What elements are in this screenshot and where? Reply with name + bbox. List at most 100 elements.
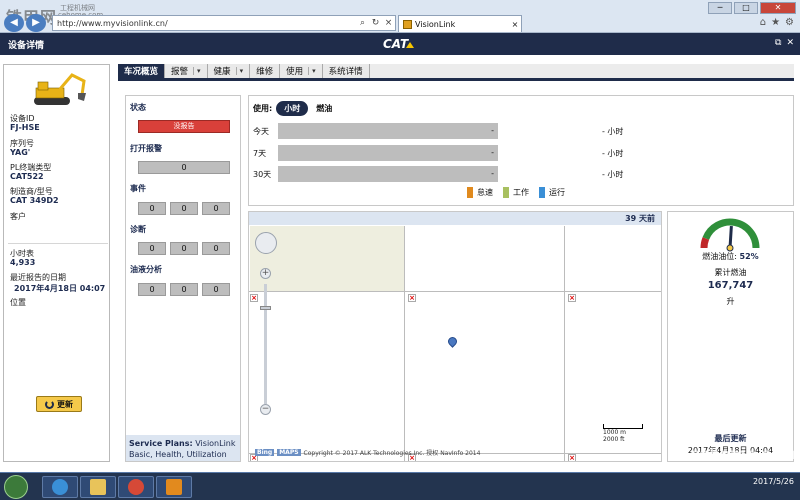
- home-icon[interactable]: ⌂: [760, 17, 766, 28]
- map-pan-control[interactable]: [255, 232, 277, 254]
- chevron-down-icon[interactable]: ▾: [308, 67, 316, 75]
- usage-bar: -: [278, 145, 498, 161]
- diagnostics-count-low[interactable]: 0: [202, 242, 230, 255]
- search-icon[interactable]: ⌕: [356, 18, 369, 28]
- usage-row-total: - 小时: [602, 126, 624, 136]
- diagnostics-title: 诊断: [130, 225, 146, 234]
- stop-icon[interactable]: ×: [382, 18, 395, 28]
- zoom-slider-handle[interactable]: [260, 306, 271, 310]
- events-title: 事件: [130, 184, 146, 193]
- fuel-toggle[interactable]: 燃油: [316, 103, 332, 114]
- tab-1[interactable]: 报警 ▾: [165, 64, 208, 78]
- tile-border: [564, 226, 565, 461]
- zoom-in-button[interactable]: +: [260, 268, 271, 279]
- taskbar-ie[interactable]: [42, 476, 78, 498]
- fluid-count-low[interactable]: 0: [202, 283, 230, 296]
- fluid-analysis-title: 油液分析: [130, 265, 162, 274]
- chrome-icon: [128, 479, 144, 495]
- folder-icon: [90, 479, 106, 495]
- legend-swatch: [467, 187, 473, 198]
- tile-border: [404, 226, 405, 461]
- tab-close-icon[interactable]: ×: [509, 20, 521, 29]
- map-attribution: Bing MAPS Copyright © 2017 ALK Technolog…: [255, 448, 480, 457]
- usage-label: 使用:: [253, 104, 273, 113]
- cat-logo: CAT: [383, 37, 415, 51]
- bing-logo: Bing: [255, 449, 275, 456]
- hours-toggle[interactable]: 小时: [276, 101, 309, 116]
- taskbar: 2017/5/26: [0, 472, 800, 500]
- system-clock[interactable]: 2017/5/26: [753, 476, 794, 487]
- start-button[interactable]: [4, 475, 28, 499]
- fuel-gauge-icon: [700, 218, 760, 252]
- legend-swatch: [539, 187, 545, 198]
- url-text[interactable]: http://www.myvisionlink.cn/: [57, 19, 356, 28]
- fuel-unit: 升: [726, 297, 735, 306]
- fluid-count-medium[interactable]: 0: [170, 283, 198, 296]
- broken-tile-icon: ×: [568, 454, 576, 462]
- fuel-level-row: 燃油油位: 52%: [668, 251, 793, 262]
- service-plans-label: Service Plans:: [129, 439, 193, 448]
- back-button[interactable]: ◀: [4, 14, 24, 32]
- events-count-high[interactable]: 0: [138, 202, 166, 215]
- tab-0[interactable]: 车况概览: [118, 64, 166, 78]
- last-update-label: 最后更新: [714, 434, 747, 443]
- usage-row-label: 今天: [253, 126, 269, 136]
- events-count-medium[interactable]: 0: [170, 202, 198, 215]
- asset-info-panel: 设备ID FJ-HSE 序列号 YAG' PL终端类型 CAT522 制造商/型…: [3, 64, 110, 462]
- fuel-level-value: 52%: [739, 252, 759, 261]
- tab-2[interactable]: 健康 ▾: [207, 64, 251, 78]
- taskbar-outlook[interactable]: [156, 476, 192, 498]
- taskbar-explorer[interactable]: [80, 476, 116, 498]
- settings-gear-icon[interactable]: ⚙: [785, 17, 794, 28]
- broken-tile-icon: ×: [568, 294, 576, 302]
- address-bar[interactable]: http://www.myvisionlink.cn/ ⌕ ↻ ×: [52, 15, 396, 31]
- broken-tile-icon: ×: [250, 294, 258, 302]
- taskbar-chrome[interactable]: [118, 476, 154, 498]
- status-badge[interactable]: 没报告: [138, 120, 230, 133]
- forward-button[interactable]: ▶: [26, 14, 46, 32]
- usage-row-7days: 7天 - - 小时: [253, 145, 623, 161]
- tab-label: 使用: [286, 67, 304, 77]
- fluid-count-high[interactable]: 0: [138, 283, 166, 296]
- broken-tile-icon: ×: [408, 294, 416, 302]
- refresh-button[interactable]: 更新: [36, 396, 82, 412]
- map-age: 39 天前: [249, 212, 661, 225]
- open-alerts-count[interactable]: 0: [138, 161, 230, 174]
- tile-border: [249, 291, 661, 292]
- tab-4[interactable]: 使用 ▾: [280, 64, 323, 78]
- maximize-button[interactable]: □: [734, 2, 758, 14]
- favorites-icon[interactable]: ★: [771, 17, 780, 28]
- close-window-button[interactable]: ✕: [760, 2, 796, 14]
- usage-row-label: 7天: [253, 148, 267, 158]
- chevron-down-icon[interactable]: ▾: [193, 67, 201, 75]
- tab-title: VisionLink: [415, 19, 456, 29]
- legend-item: 运行: [539, 187, 565, 198]
- tab-label: 车况概览: [124, 67, 159, 77]
- chevron-down-icon[interactable]: ▾: [235, 67, 243, 75]
- usage-bar-value: -: [491, 148, 494, 157]
- diagnostics-count-medium[interactable]: 0: [170, 242, 198, 255]
- map-panel[interactable]: 39 天前 × × × × × × + − 1000 m 2000 ft Bin…: [248, 211, 662, 462]
- zoom-out-button[interactable]: −: [260, 404, 271, 415]
- model-value: CAT 349D2: [10, 196, 59, 205]
- refresh-label: 更新: [57, 399, 73, 409]
- copyright-text: Copyright © 2017 ALK Technologies Inc. 授…: [303, 450, 481, 457]
- legend-label: 运行: [549, 188, 565, 197]
- browser-chrome: 铁甲网 工程机械网 cehome.com ◀ ▶ http://www.myvi…: [0, 0, 800, 33]
- tab-3[interactable]: 维修: [250, 64, 281, 78]
- tab-label: 维修: [256, 67, 274, 77]
- zoom-slider[interactable]: [264, 284, 267, 404]
- serial-value: YAG': [10, 148, 31, 157]
- diagnostics-count-high[interactable]: 0: [138, 242, 166, 255]
- usage-legend: 怠速 工作 运行: [467, 187, 565, 198]
- events-count-low[interactable]: 0: [202, 202, 230, 215]
- legend-item: 工作: [503, 187, 529, 198]
- browser-tab[interactable]: VisionLink ×: [398, 15, 522, 32]
- refresh-icon[interactable]: ↻: [369, 18, 382, 28]
- close-panel-icon[interactable]: ✕: [786, 38, 794, 48]
- restore-window-icon[interactable]: ⧉: [775, 38, 781, 48]
- tab-5[interactable]: 系统详情: [322, 64, 370, 78]
- location-pin-icon[interactable]: [446, 335, 459, 348]
- minimize-button[interactable]: ─: [708, 2, 732, 14]
- excavator-icon: [34, 73, 86, 105]
